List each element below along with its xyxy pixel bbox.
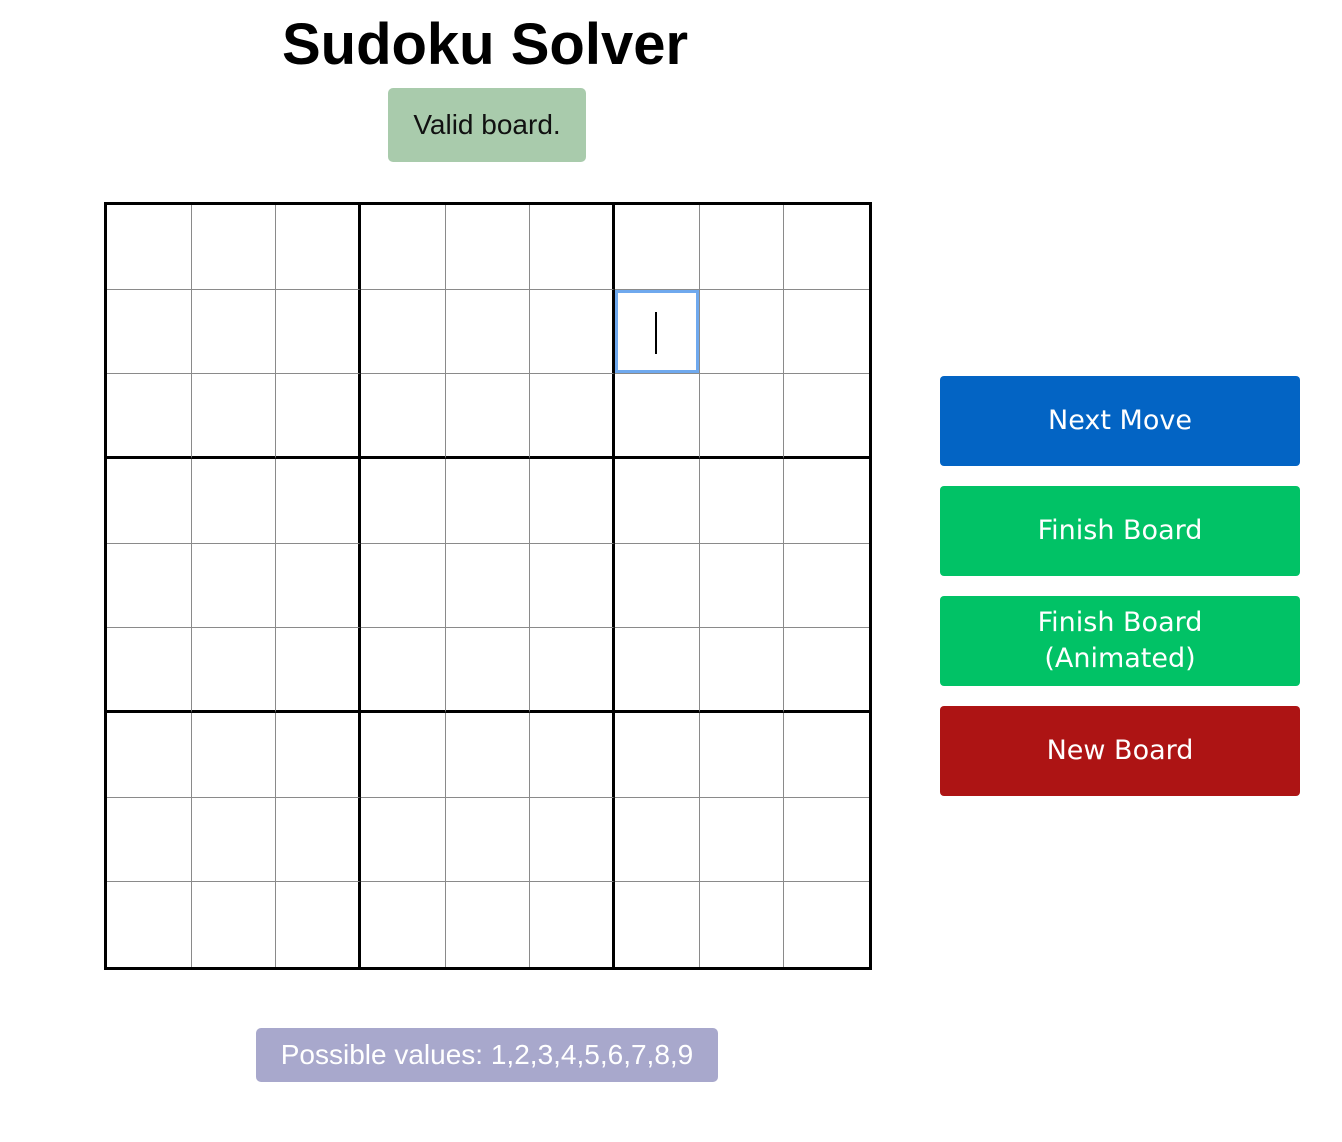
sudoku-cell-r2-c2[interactable] bbox=[191, 289, 277, 375]
sudoku-cell-r5-c1[interactable] bbox=[107, 543, 192, 629]
sudoku-cell-r6-c9[interactable] bbox=[784, 628, 869, 713]
sudoku-cell-r8-c3[interactable] bbox=[276, 797, 361, 883]
sudoku-cell-r1-c5[interactable] bbox=[445, 205, 531, 290]
sudoku-cell-r1-c9[interactable] bbox=[784, 205, 869, 290]
sudoku-cell-r3-c5[interactable] bbox=[445, 374, 531, 459]
sudoku-cell-r7-c6[interactable] bbox=[530, 712, 615, 798]
new-board-button[interactable]: New Board bbox=[940, 706, 1300, 796]
status-badge: Valid board. bbox=[388, 88, 586, 162]
sudoku-cell-r7-c8[interactable] bbox=[699, 712, 785, 798]
sudoku-cell-r5-c3[interactable] bbox=[276, 543, 361, 629]
sudoku-cell-r3-c2[interactable] bbox=[191, 374, 277, 459]
sudoku-cell-r3-c9[interactable] bbox=[784, 374, 869, 459]
sudoku-cell-r4-c2[interactable] bbox=[191, 458, 277, 544]
sudoku-cell-r7-c4[interactable] bbox=[360, 712, 446, 798]
sudoku-cell-r1-c8[interactable] bbox=[699, 205, 785, 290]
sudoku-cell-r5-c2[interactable] bbox=[191, 543, 277, 629]
sudoku-cell-r4-c5[interactable] bbox=[445, 458, 531, 544]
sudoku-cell-r2-c1[interactable] bbox=[107, 289, 192, 375]
sudoku-cell-r9-c7[interactable] bbox=[614, 882, 700, 967]
sudoku-cell-r8-c4[interactable] bbox=[360, 797, 446, 883]
sudoku-cell-r9-c8[interactable] bbox=[699, 882, 785, 967]
sudoku-cell-r1-c1[interactable] bbox=[107, 205, 192, 290]
sudoku-cell-r8-c9[interactable] bbox=[784, 797, 869, 883]
sudoku-cell-r2-c4[interactable] bbox=[360, 289, 446, 375]
sudoku-cell-r9-c4[interactable] bbox=[360, 882, 446, 967]
sudoku-board bbox=[104, 202, 872, 970]
sudoku-cell-r2-c7[interactable] bbox=[614, 289, 700, 375]
sudoku-cell-r8-c2[interactable] bbox=[191, 797, 277, 883]
sudoku-cell-r2-c3[interactable] bbox=[276, 289, 361, 375]
sudoku-cell-r6-c1[interactable] bbox=[107, 628, 192, 713]
sudoku-cell-r6-c2[interactable] bbox=[191, 628, 277, 713]
sudoku-cell-r5-c8[interactable] bbox=[699, 543, 785, 629]
sudoku-cell-r9-c6[interactable] bbox=[530, 882, 615, 967]
sudoku-cell-r2-c8[interactable] bbox=[699, 289, 785, 375]
finish-board-animated-button[interactable]: Finish Board (Animated) bbox=[940, 596, 1300, 686]
sudoku-cell-r3-c7[interactable] bbox=[614, 374, 700, 459]
sudoku-cell-r7-c2[interactable] bbox=[191, 712, 277, 798]
page-title: Sudoku Solver bbox=[281, 12, 689, 77]
sudoku-cell-r7-c5[interactable] bbox=[445, 712, 531, 798]
sudoku-cell-r9-c5[interactable] bbox=[445, 882, 531, 967]
sudoku-cell-r6-c4[interactable] bbox=[360, 628, 446, 713]
sudoku-cell-r7-c9[interactable] bbox=[784, 712, 869, 798]
sudoku-cell-r1-c7[interactable] bbox=[614, 205, 700, 290]
sudoku-cell-r3-c3[interactable] bbox=[276, 374, 361, 459]
sudoku-cell-r5-c5[interactable] bbox=[445, 543, 531, 629]
sudoku-cell-r6-c3[interactable] bbox=[276, 628, 361, 713]
sudoku-cell-r9-c9[interactable] bbox=[784, 882, 869, 967]
sudoku-cell-r2-c9[interactable] bbox=[784, 289, 869, 375]
sudoku-cell-r2-c6[interactable] bbox=[530, 289, 615, 375]
sudoku-cell-r4-c7[interactable] bbox=[614, 458, 700, 544]
sudoku-cell-r8-c1[interactable] bbox=[107, 797, 192, 883]
sudoku-cell-r5-c6[interactable] bbox=[530, 543, 615, 629]
sudoku-cell-r8-c5[interactable] bbox=[445, 797, 531, 883]
sudoku-cell-r9-c3[interactable] bbox=[276, 882, 361, 967]
sudoku-cell-r8-c7[interactable] bbox=[614, 797, 700, 883]
sudoku-cell-r9-c1[interactable] bbox=[107, 882, 192, 967]
sudoku-cell-r3-c4[interactable] bbox=[360, 374, 446, 459]
sudoku-cell-r6-c8[interactable] bbox=[699, 628, 785, 713]
sudoku-cell-r8-c8[interactable] bbox=[699, 797, 785, 883]
sudoku-cell-r7-c1[interactable] bbox=[107, 712, 192, 798]
sudoku-cell-r8-c6[interactable] bbox=[530, 797, 615, 883]
next-move-button[interactable]: Next Move bbox=[940, 376, 1300, 466]
sudoku-cell-r9-c2[interactable] bbox=[191, 882, 277, 967]
possible-values-badge: Possible values: 1,2,3,4,5,6,7,8,9 bbox=[256, 1028, 718, 1082]
sudoku-cell-r4-c3[interactable] bbox=[276, 458, 361, 544]
sudoku-cell-r4-c4[interactable] bbox=[360, 458, 446, 544]
sudoku-cell-r7-c3[interactable] bbox=[276, 712, 361, 798]
text-cursor bbox=[654, 311, 657, 354]
sudoku-cell-r3-c8[interactable] bbox=[699, 374, 785, 459]
sudoku-cell-r4-c6[interactable] bbox=[530, 458, 615, 544]
sudoku-cell-r5-c4[interactable] bbox=[360, 543, 446, 629]
sudoku-cell-r1-c3[interactable] bbox=[276, 205, 361, 290]
sudoku-cell-r4-c1[interactable] bbox=[107, 458, 192, 544]
sudoku-cell-r6-c5[interactable] bbox=[445, 628, 531, 713]
sudoku-cell-r1-c6[interactable] bbox=[530, 205, 615, 290]
sudoku-cell-r7-c7[interactable] bbox=[614, 712, 700, 798]
sudoku-cell-r1-c2[interactable] bbox=[191, 205, 277, 290]
sudoku-cell-r4-c9[interactable] bbox=[784, 458, 869, 544]
sudoku-cell-r5-c9[interactable] bbox=[784, 543, 869, 629]
sudoku-cell-r6-c6[interactable] bbox=[530, 628, 615, 713]
finish-board-button[interactable]: Finish Board bbox=[940, 486, 1300, 576]
sudoku-cell-r1-c4[interactable] bbox=[360, 205, 446, 290]
sudoku-cell-r3-c1[interactable] bbox=[107, 374, 192, 459]
sudoku-cell-r2-c5[interactable] bbox=[445, 289, 531, 375]
sudoku-cell-r3-c6[interactable] bbox=[530, 374, 615, 459]
sudoku-solver-page: Sudoku Solver Valid board. Next Move Fin… bbox=[0, 0, 1342, 1142]
sudoku-cell-r6-c7[interactable] bbox=[614, 628, 700, 713]
sudoku-cell-r4-c8[interactable] bbox=[699, 458, 785, 544]
sudoku-cell-r5-c7[interactable] bbox=[614, 543, 700, 629]
